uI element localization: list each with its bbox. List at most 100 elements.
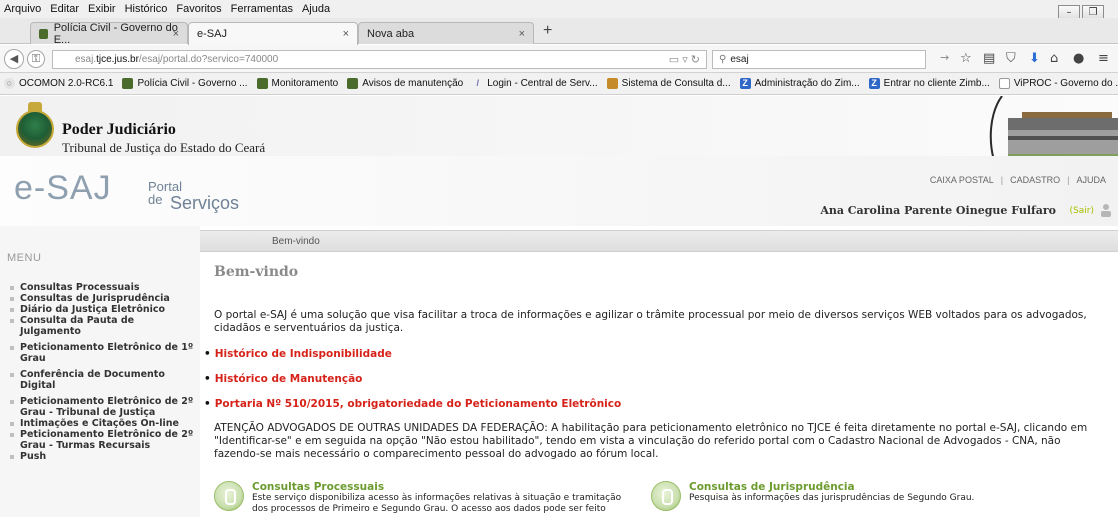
pocket-icon[interactable]: ⛉ bbox=[1006, 51, 1016, 66]
bookmark-login-central[interactable]: / Login - Central de Serv... bbox=[472, 78, 597, 89]
sidebar-item-label: Push bbox=[20, 451, 47, 462]
tab-nova-aba[interactable]: Nova aba × bbox=[358, 22, 534, 44]
sidebar-item-push[interactable]: Push bbox=[10, 451, 196, 462]
page-content: Poder Judiciário Tribunal de Justiça do … bbox=[0, 96, 1118, 517]
sidebar-menu: MENU Consultas Processuais Consultas de … bbox=[0, 226, 200, 517]
tab-policia-civil[interactable]: Polícia Civil - Governo do E... × bbox=[30, 21, 188, 46]
zimbra-icon: Z bbox=[739, 78, 751, 89]
caixa-postal-link[interactable]: CAIXA POSTAL bbox=[930, 175, 994, 185]
menu-title: MENU bbox=[7, 252, 42, 264]
hand-pointer-icon bbox=[214, 481, 244, 511]
service-consultas-processuais[interactable]: Consultas Processuais Este serviço dispo… bbox=[214, 481, 654, 515]
hand-pointer-icon bbox=[651, 481, 681, 511]
service-description: Este serviço disponibiliza acesso às inf… bbox=[252, 493, 622, 503]
seal-icon bbox=[39, 28, 48, 39]
page-title: Bem-vindo bbox=[214, 264, 299, 280]
bookmark-label: Sistema de Consulta d... bbox=[621, 78, 731, 89]
bookmark-viproc[interactable]: ViPROC - Governo do ... bbox=[998, 78, 1118, 89]
breadcrumb-current[interactable]: Bem-vindo bbox=[272, 236, 320, 247]
download-icon[interactable]: ⬇ bbox=[1029, 51, 1040, 66]
ajuda-link[interactable]: AJUDA bbox=[1076, 175, 1106, 185]
link-historico-indisponibilidade[interactable]: Histórico de Indisponibilidade bbox=[204, 348, 392, 360]
back-arrow-icon[interactable]: ◀ bbox=[4, 49, 24, 69]
reading-list-icon[interactable]: ▤ bbox=[983, 51, 995, 66]
bookmark-monitoramento[interactable]: Monitoramento bbox=[256, 78, 339, 89]
sidebar-item-intimacoes-citacoes[interactable]: Intimações e Citações On-line bbox=[10, 418, 196, 429]
link-historico-manutencao[interactable]: Histórico de Manutenção bbox=[204, 373, 363, 385]
bookmark-avisos[interactable]: Avisos de manutenção bbox=[347, 78, 463, 89]
url-path: /esaj/portal.do?servico=740000 bbox=[138, 54, 279, 65]
sidebar-item-label: Grau - Tribunal de Justiça bbox=[20, 407, 156, 418]
sidebar-item-label: Digital bbox=[20, 380, 56, 391]
address-bar[interactable]: esaj. tjce.jus.br/esaj/portal.do?servico=… bbox=[52, 50, 707, 69]
seal-icon bbox=[122, 78, 134, 89]
header-subtitle: Tribunal de Justiça do Estado do Ceará bbox=[62, 140, 266, 155]
tab-label: Polícia Civil - Governo do E... bbox=[53, 21, 178, 46]
service-description: dos processos de Primeiro e Segundo Grau… bbox=[252, 504, 606, 514]
sidebar-item-conferencia-documento[interactable]: Conferência de Documento Digital bbox=[10, 369, 196, 391]
sidebar-item-label: Diário da Justiça Eletrônico bbox=[20, 304, 166, 315]
navigation-bar: ◀ ⚿ esaj. tjce.jus.br/esaj/portal.do?serv… bbox=[0, 45, 1118, 73]
tab-esaj[interactable]: e-SAJ × bbox=[188, 22, 358, 45]
sidebar-item-label: Julgamento bbox=[20, 326, 81, 337]
menu-editar[interactable]: Editar bbox=[50, 3, 79, 15]
sidebar-item-label: Peticionamento Eletrônico de 2º bbox=[20, 396, 194, 407]
sidebar-item-label: Intimações e Citações On-line bbox=[20, 418, 179, 429]
hamburger-menu-icon[interactable]: ≡ bbox=[1098, 51, 1109, 66]
sidebar-item-peticionamento-2-grau-turmas[interactable]: Peticionamento Eletrônico de 2º Grau - Tu… bbox=[10, 429, 196, 451]
bookmark-cliente-zimbra[interactable]: Z Entrar no cliente Zimb... bbox=[868, 78, 990, 89]
bookmark-label: ViPROC - Governo do ... bbox=[1013, 78, 1118, 89]
notice-text: ATENÇÃO ADVOGADOS DE OUTRAS UNIDADES DA … bbox=[214, 422, 1088, 460]
bookmark-sistema-consulta[interactable]: Sistema de Consulta d... bbox=[606, 78, 731, 89]
seal-icon bbox=[256, 78, 268, 89]
service-title[interactable]: Consultas Processuais bbox=[252, 481, 621, 493]
sidebar-item-label: Grau bbox=[20, 353, 46, 364]
new-tab-icon[interactable]: + bbox=[543, 22, 552, 40]
close-icon[interactable]: × bbox=[173, 28, 179, 40]
menu-ferramentas[interactable]: Ferramentas bbox=[231, 3, 293, 15]
sidebar-item-diario-justica[interactable]: Diário da Justiça Eletrônico bbox=[10, 304, 196, 315]
user-name: Ana Carolina Parente Oinegue Fulfaro bbox=[820, 204, 1056, 217]
bookmark-ocomon[interactable]: ○ OCOMON 2.0-RC6.1 bbox=[4, 78, 113, 89]
sidebar-item-label: Consultas Processuais bbox=[20, 282, 140, 293]
close-icon[interactable]: × bbox=[343, 28, 349, 40]
coat-of-arms-icon bbox=[16, 102, 54, 148]
home-icon[interactable]: ⌂ bbox=[1050, 51, 1058, 66]
tab-label: e-SAJ bbox=[197, 28, 227, 40]
esaj-logo[interactable]: e-SAJ bbox=[14, 169, 112, 208]
sidebar-item-peticionamento-1-grau[interactable]: Peticionamento Eletrônico de 1º Grau bbox=[10, 342, 196, 364]
link-portaria-510[interactable]: Portaria Nº 510/2015, obrigatoriedade do… bbox=[204, 398, 622, 410]
url-prefix: esaj. bbox=[75, 54, 97, 65]
identity-icon[interactable]: ⚿ bbox=[27, 50, 45, 68]
sidebar-item-consultas-jurisprudencia[interactable]: Consultas de Jurisprudência bbox=[10, 293, 196, 304]
intro-text: O portal e-SAJ é uma solução que visa fa… bbox=[214, 309, 1087, 334]
menu-arquivo[interactable]: Arquivo bbox=[4, 3, 41, 15]
star-icon[interactable]: ☆ bbox=[960, 51, 972, 66]
search-value: esaj bbox=[730, 54, 749, 65]
service-title[interactable]: Consultas de Jurisprudência bbox=[689, 481, 974, 493]
menu-ajuda[interactable]: Ajuda bbox=[302, 3, 330, 15]
bookmark-label: Monitoramento bbox=[271, 78, 339, 89]
logo-servicos-text: Serviços bbox=[170, 193, 240, 213]
search-icon: ⚲ bbox=[719, 54, 727, 65]
chat-icon[interactable]: ● bbox=[1073, 51, 1084, 66]
sidebar-item-peticionamento-2-grau-tj[interactable]: Peticionamento Eletrônico de 2º Grau - Tr… bbox=[10, 396, 196, 418]
menu-exibir[interactable]: Exibir bbox=[88, 3, 116, 15]
cadastro-link[interactable]: CADASTRO bbox=[1010, 175, 1060, 185]
logout-link[interactable]: (Sair) bbox=[1070, 206, 1094, 216]
sidebar-item-consultas-processuais[interactable]: Consultas Processuais bbox=[10, 282, 196, 293]
bookmark-policia-civil[interactable]: Polícia Civil - Governo ... bbox=[122, 78, 248, 89]
wand-icon: / bbox=[476, 78, 479, 88]
menu-favoritos[interactable]: Favoritos bbox=[176, 3, 221, 15]
search-input[interactable]: ⚲ esaj bbox=[712, 50, 926, 69]
close-icon[interactable]: × bbox=[519, 28, 525, 40]
sidebar-item-pauta-julgamento[interactable]: Consulta da Pauta de Julgamento bbox=[10, 315, 196, 337]
forward-search-icon[interactable]: → bbox=[940, 51, 949, 64]
bookmark-admin-zimbra[interactable]: Z Administração do Zim... bbox=[739, 78, 860, 89]
zimbra-icon: Z bbox=[868, 78, 880, 89]
service-consultas-jurisprudencia[interactable]: Consultas de Jurisprudência Pesquisa às … bbox=[651, 481, 1091, 511]
menu-historico[interactable]: Histórico bbox=[125, 3, 168, 15]
reload-icon[interactable]: ▭ ▿ ↻ bbox=[669, 53, 700, 66]
seal-icon bbox=[347, 78, 359, 89]
tab-label: Nova aba bbox=[367, 27, 415, 40]
